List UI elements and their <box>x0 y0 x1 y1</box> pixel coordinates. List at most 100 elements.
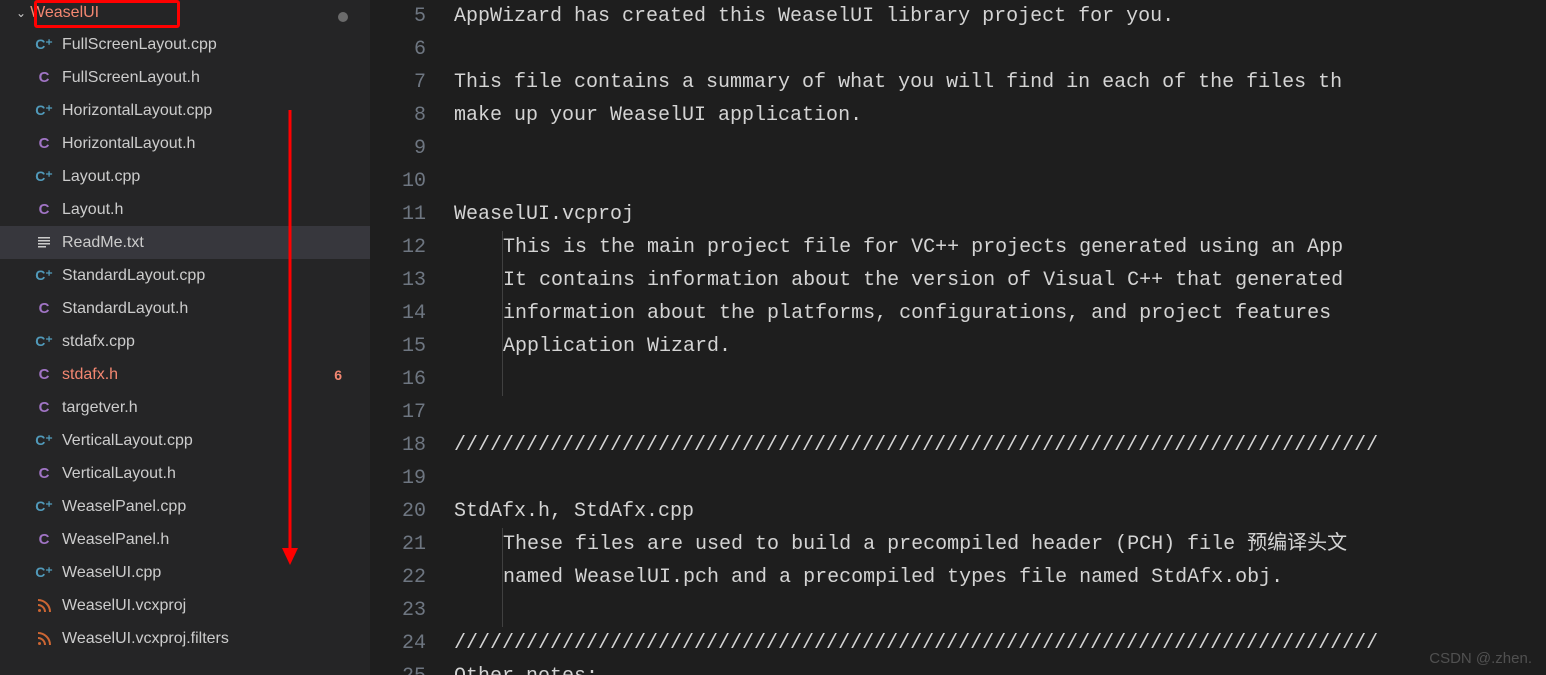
cpp-file-icon: C⁺ <box>34 35 54 55</box>
code-content-area[interactable]: AppWizard has created this WeaselUI libr… <box>454 0 1546 675</box>
code-line: These files are used to build a precompi… <box>454 528 1546 561</box>
file-name-label: WeaselPanel.h <box>62 531 169 549</box>
file-name-label: FullScreenLayout.h <box>62 69 200 87</box>
code-line: Application Wizard. <box>454 330 1546 363</box>
code-line: named WeaselUI.pch and a precompiled typ… <box>454 561 1546 594</box>
line-number: 16 <box>370 363 426 396</box>
file-item[interactable]: C⁺ VerticalLayout.cpp <box>0 424 370 457</box>
c-file-icon: C <box>34 68 54 88</box>
cpp-file-icon: C⁺ <box>34 563 54 583</box>
rss-file-icon <box>34 629 54 649</box>
file-item[interactable]: C WeaselPanel.h <box>0 523 370 556</box>
line-number: 22 <box>370 561 426 594</box>
file-item[interactable]: C⁺ FullScreenLayout.cpp <box>0 28 370 61</box>
file-name-label: FullScreenLayout.cpp <box>62 36 217 54</box>
code-line: This is the main project file for VC++ p… <box>454 231 1546 264</box>
file-item[interactable]: C⁺ stdafx.cpp <box>0 325 370 358</box>
file-name-label: StandardLayout.cpp <box>62 267 205 285</box>
c-file-icon: C <box>34 200 54 220</box>
c-file-icon: C <box>34 530 54 550</box>
line-number: 14 <box>370 297 426 330</box>
file-name-label: ReadMe.txt <box>62 234 144 252</box>
file-item[interactable]: C FullScreenLayout.h <box>0 61 370 94</box>
rss-file-icon <box>34 596 54 616</box>
file-item[interactable]: Cstdafx.h 6 <box>0 358 370 391</box>
file-item[interactable]: C VerticalLayout.h <box>0 457 370 490</box>
file-item[interactable]: C Layout.h <box>0 193 370 226</box>
file-item[interactable]: Ctargetver.h <box>0 391 370 424</box>
code-line: make up your WeaselUI application. <box>454 99 1546 132</box>
folder-name: WeaselUI <box>30 4 99 22</box>
line-number: 13 <box>370 264 426 297</box>
line-number: 12 <box>370 231 426 264</box>
file-name-label: Layout.cpp <box>62 168 140 186</box>
cpp-file-icon: C⁺ <box>34 167 54 187</box>
cpp-file-icon: C⁺ <box>34 497 54 517</box>
file-name-label: VerticalLayout.cpp <box>62 432 193 450</box>
line-number: 11 <box>370 198 426 231</box>
line-number: 9 <box>370 132 426 165</box>
file-name-label: VerticalLayout.h <box>62 465 176 483</box>
c-file-icon: C <box>34 365 54 385</box>
code-line: AppWizard has created this WeaselUI libr… <box>454 0 1546 33</box>
file-name-label: stdafx.cpp <box>62 333 135 351</box>
code-line: It contains information about the versio… <box>454 264 1546 297</box>
line-number: 7 <box>370 66 426 99</box>
code-line <box>454 33 1546 66</box>
cpp-file-icon: C⁺ <box>34 266 54 286</box>
line-number: 25 <box>370 660 426 675</box>
c-file-icon: C <box>34 464 54 484</box>
file-list: C⁺ FullScreenLayout.cpp C FullScreenLayout.… <box>0 26 370 655</box>
line-number: 23 <box>370 594 426 627</box>
line-number: 24 <box>370 627 426 660</box>
file-item[interactable]: C⁺ StandardLayout.cpp <box>0 259 370 292</box>
code-line: StdAfx.h, StdAfx.cpp <box>454 495 1546 528</box>
code-line: ////////////////////////////////////////… <box>454 627 1546 660</box>
code-line <box>454 363 1546 396</box>
file-name-label: WeaselUI.vcxproj <box>62 597 186 615</box>
file-name-label: HorizontalLayout.h <box>62 135 195 153</box>
c-file-icon: C <box>34 134 54 154</box>
line-number: 8 <box>370 99 426 132</box>
file-name-label: targetver.h <box>62 399 138 417</box>
file-name-label: stdafx.h <box>62 366 118 384</box>
code-line: This file contains a summary of what you… <box>454 66 1546 99</box>
line-number: 20 <box>370 495 426 528</box>
line-number: 6 <box>370 33 426 66</box>
file-item[interactable]: ReadMe.txt <box>0 226 370 259</box>
file-explorer-sidebar: ⌄ WeaselUI C⁺ FullScreenLayout.cpp C FullSc… <box>0 0 370 675</box>
txt-file-icon <box>34 233 54 253</box>
file-name-label: WeaselUI.cpp <box>62 564 161 582</box>
code-line <box>454 132 1546 165</box>
watermark-text: CSDN @.zhen. <box>1429 650 1532 667</box>
code-line: information about the platforms, configu… <box>454 297 1546 330</box>
code-line: ////////////////////////////////////////… <box>454 429 1546 462</box>
line-number: 10 <box>370 165 426 198</box>
line-number: 17 <box>370 396 426 429</box>
file-name-label: WeaselUI.vcxproj.filters <box>62 630 229 648</box>
c-file-icon: C <box>34 398 54 418</box>
cpp-file-icon: C⁺ <box>34 101 54 121</box>
line-number: 21 <box>370 528 426 561</box>
code-line: WeaselUI.vcproj <box>454 198 1546 231</box>
file-error-badge: 6 <box>334 367 342 383</box>
file-item[interactable]: CStandardLayout.h <box>0 292 370 325</box>
code-line: Other notes: <box>454 660 1546 675</box>
file-item[interactable]: WeaselUI.vcxproj.filters <box>0 622 370 655</box>
cpp-file-icon: C⁺ <box>34 431 54 451</box>
file-name-label: Layout.h <box>62 201 123 219</box>
file-item[interactable]: C⁺WeaselPanel.cpp <box>0 490 370 523</box>
code-editor[interactable]: 5678910111213141516171819202122232425 Ap… <box>370 0 1546 675</box>
file-item[interactable]: C⁺ Layout.cpp <box>0 160 370 193</box>
cpp-file-icon: C⁺ <box>34 332 54 352</box>
line-number: 15 <box>370 330 426 363</box>
file-item[interactable]: C⁺ WeaselUI.cpp <box>0 556 370 589</box>
file-item[interactable]: WeaselUI.vcxproj <box>0 589 370 622</box>
folder-header[interactable]: ⌄ WeaselUI <box>0 0 370 26</box>
file-item[interactable]: C⁺HorizontalLayout.cpp <box>0 94 370 127</box>
code-line <box>454 594 1546 627</box>
file-name-label: StandardLayout.h <box>62 300 188 318</box>
line-number: 18 <box>370 429 426 462</box>
file-item[interactable]: C HorizontalLayout.h <box>0 127 370 160</box>
chevron-down-icon: ⌄ <box>16 6 26 20</box>
